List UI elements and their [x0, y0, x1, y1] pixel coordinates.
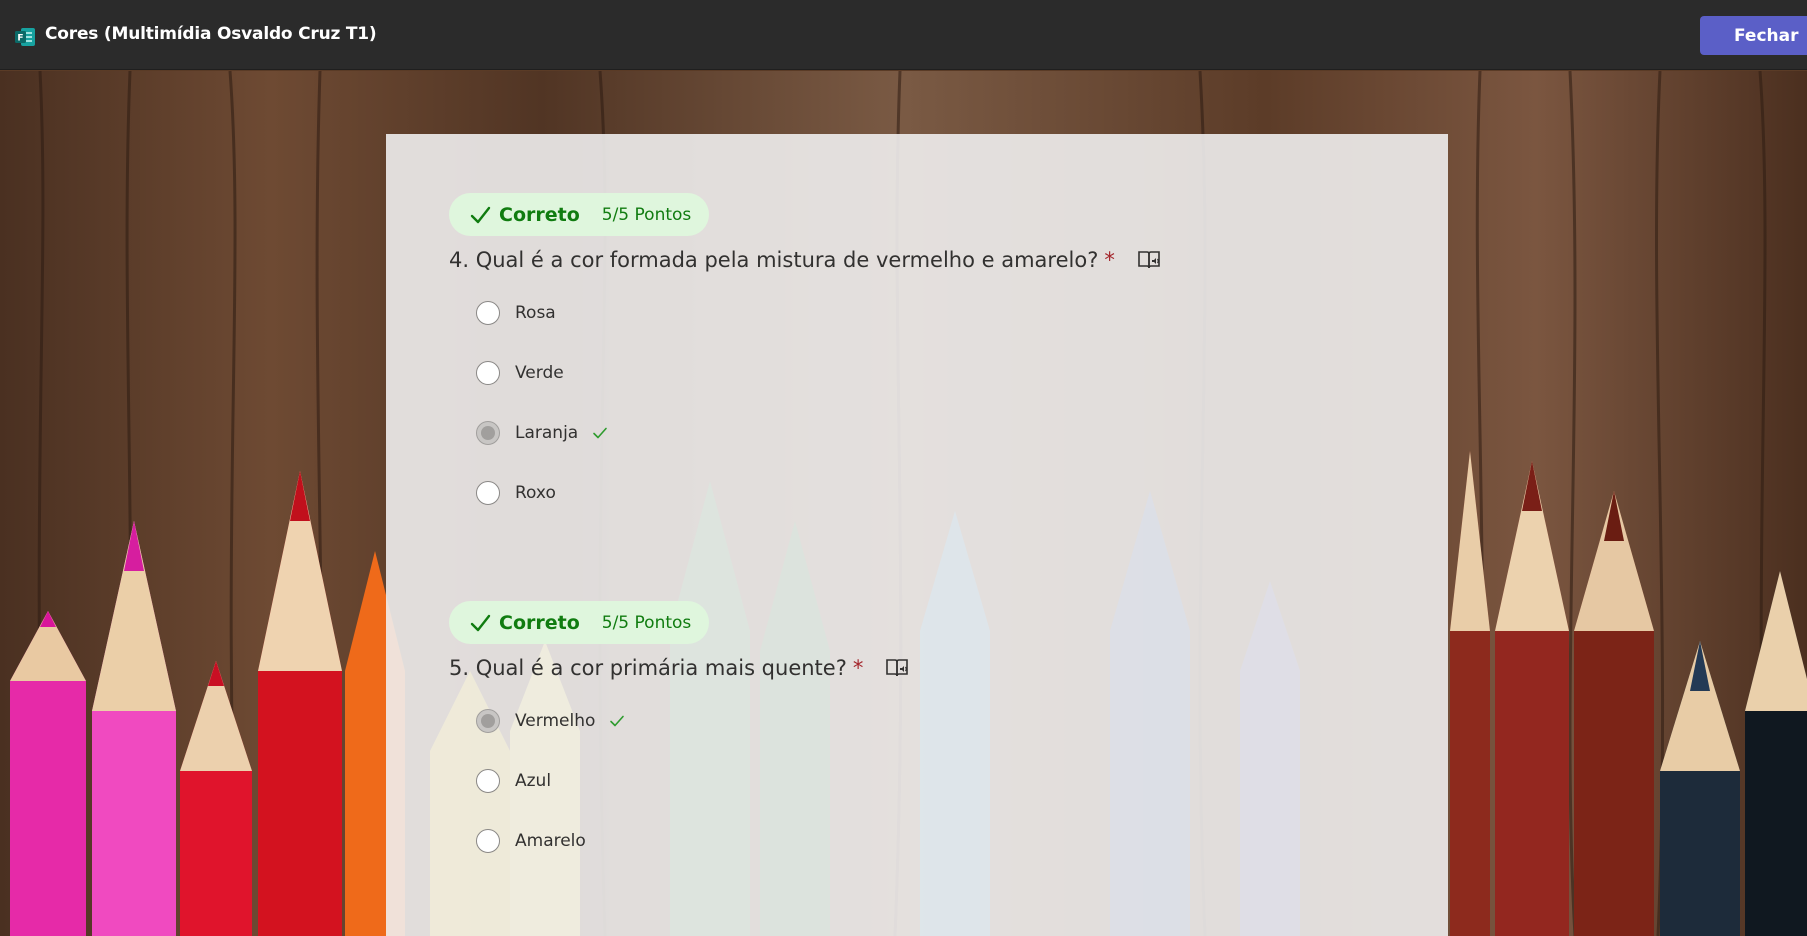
question-text: 5. Qual é a cor primária mais quente? — [449, 656, 847, 680]
result-badge: Correto 5/5 Pontos — [449, 601, 710, 644]
form-card: Correto 5/5 Pontos 4. Qual é a cor forma… — [386, 134, 1448, 936]
checkmark-icon — [610, 715, 625, 727]
checkmark-icon — [470, 206, 491, 223]
question-title: 5. Qual é a cor primária mais quente? * — [449, 656, 909, 680]
option-label: Rosa — [515, 303, 556, 323]
radio-button[interactable] — [476, 361, 500, 385]
immersive-reader-icon[interactable] — [885, 657, 909, 679]
result-points: 5/5 Pontos — [601, 612, 692, 633]
title-bar: F Cores (Multimídia Osvaldo Cruz T1) Fec… — [0, 0, 1807, 70]
option-label: Amarelo — [515, 831, 586, 851]
option-amarelo[interactable]: Amarelo — [476, 827, 586, 855]
option-label: Vermelho — [515, 711, 596, 731]
option-label: Laranja — [515, 423, 579, 443]
result-badge: Correto 5/5 Pontos — [449, 193, 710, 236]
checkmark-icon — [593, 427, 608, 439]
option-rosa[interactable]: Rosa — [476, 299, 556, 327]
option-verde[interactable]: Verde — [476, 359, 564, 387]
checkmark-icon — [470, 614, 491, 631]
option-azul[interactable]: Azul — [476, 767, 551, 795]
option-label: Verde — [515, 363, 564, 383]
window-title: Cores (Multimídia Osvaldo Cruz T1) — [45, 24, 377, 44]
close-button[interactable]: Fechar — [1700, 16, 1807, 55]
radio-button[interactable] — [476, 829, 500, 853]
radio-button[interactable] — [476, 769, 500, 793]
option-roxo[interactable]: Roxo — [476, 479, 556, 507]
option-label: Roxo — [515, 483, 556, 503]
immersive-reader-icon[interactable] — [1137, 249, 1161, 271]
required-mark: * — [852, 656, 864, 680]
result-points: 5/5 Pontos — [601, 204, 692, 225]
option-vermelho[interactable]: Vermelho — [476, 707, 625, 735]
forms-app-icon: F — [15, 28, 35, 46]
result-status: Correto — [499, 611, 580, 634]
radio-button-selected[interactable] — [476, 421, 500, 445]
required-mark: * — [1104, 248, 1115, 272]
svg-text:F: F — [17, 34, 23, 44]
option-label: Azul — [515, 771, 552, 791]
radio-button[interactable] — [476, 481, 500, 505]
result-status: Correto — [499, 203, 580, 226]
question-text: 4. Qual é a cor formada pela mistura de … — [449, 248, 1099, 272]
radio-button-selected[interactable] — [476, 709, 500, 733]
option-laranja[interactable]: Laranja — [476, 419, 608, 447]
radio-button[interactable] — [476, 301, 500, 325]
question-title: 4. Qual é a cor formada pela mistura de … — [449, 248, 1161, 272]
